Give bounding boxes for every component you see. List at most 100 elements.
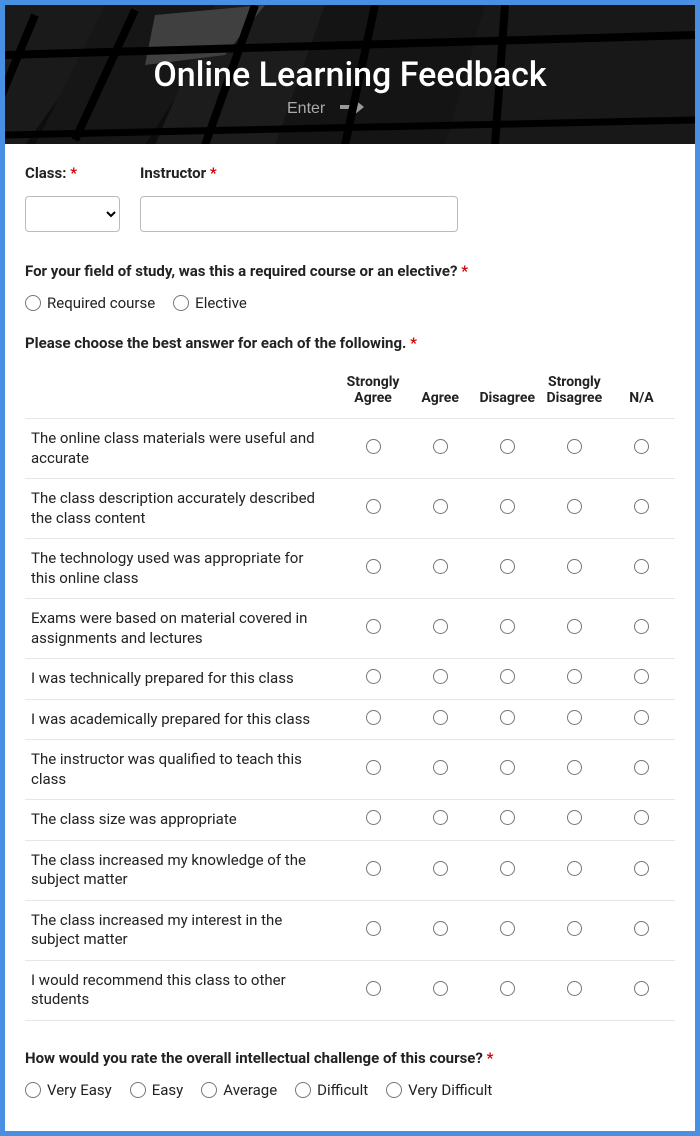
matrix-radio[interactable]: [433, 499, 448, 514]
matrix-radio[interactable]: [366, 669, 381, 684]
course-type-radio[interactable]: [25, 295, 41, 311]
matrix-radio[interactable]: [634, 921, 649, 936]
matrix-corner: [25, 366, 340, 419]
matrix-radio[interactable]: [500, 710, 515, 725]
matrix-cell: [340, 840, 407, 900]
matrix-radio[interactable]: [500, 760, 515, 775]
matrix-radio[interactable]: [366, 760, 381, 775]
matrix-radio[interactable]: [433, 439, 448, 454]
matrix-cell: [541, 740, 608, 800]
matrix-radio[interactable]: [567, 981, 582, 996]
matrix-radio[interactable]: [366, 559, 381, 574]
challenge-radio[interactable]: [25, 1082, 41, 1098]
instructor-input[interactable]: [140, 196, 458, 232]
matrix-radio[interactable]: [634, 559, 649, 574]
course-type-option[interactable]: Required course: [25, 294, 155, 312]
matrix-cell: [541, 479, 608, 539]
matrix-radio[interactable]: [634, 669, 649, 684]
challenge-option[interactable]: Very Difficult: [386, 1081, 492, 1099]
matrix-radio[interactable]: [433, 760, 448, 775]
matrix-radio[interactable]: [567, 921, 582, 936]
matrix-col-header: N/A: [608, 366, 675, 419]
matrix-radio[interactable]: [634, 710, 649, 725]
matrix-radio[interactable]: [433, 810, 448, 825]
matrix-cell: [608, 479, 675, 539]
course-type-option[interactable]: Elective: [173, 294, 247, 312]
challenge-radio[interactable]: [295, 1082, 311, 1098]
matrix-radio[interactable]: [500, 499, 515, 514]
matrix-cell: [407, 599, 474, 659]
matrix-radio[interactable]: [567, 861, 582, 876]
matrix-radio[interactable]: [433, 710, 448, 725]
challenge-option[interactable]: Average: [201, 1081, 277, 1099]
matrix-radio[interactable]: [567, 710, 582, 725]
challenge-radio[interactable]: [130, 1082, 146, 1098]
matrix-radio[interactable]: [567, 619, 582, 634]
matrix-radio[interactable]: [567, 499, 582, 514]
matrix-radio[interactable]: [634, 439, 649, 454]
matrix-row: I would recommend this class to other st…: [25, 960, 675, 1020]
course-type-option-label: Elective: [195, 294, 247, 312]
matrix-radio[interactable]: [433, 559, 448, 574]
matrix-radio[interactable]: [567, 439, 582, 454]
matrix-radio[interactable]: [500, 861, 515, 876]
course-type-radio[interactable]: [173, 295, 189, 311]
matrix-row-label: The technology used was appropriate for …: [25, 539, 340, 599]
matrix-radio[interactable]: [567, 760, 582, 775]
matrix-radio[interactable]: [500, 439, 515, 454]
matrix-radio[interactable]: [433, 921, 448, 936]
challenge-option[interactable]: Easy: [130, 1081, 184, 1099]
class-select[interactable]: [25, 196, 120, 232]
challenge-option[interactable]: Difficult: [295, 1081, 368, 1099]
matrix-cell: [407, 800, 474, 841]
matrix-prompt: Please choose the best answer for each o…: [25, 334, 675, 352]
challenge-radio[interactable]: [201, 1082, 217, 1098]
matrix-radio[interactable]: [366, 921, 381, 936]
matrix-cell: [340, 960, 407, 1020]
matrix-radio[interactable]: [366, 439, 381, 454]
matrix-radio[interactable]: [634, 499, 649, 514]
matrix-radio[interactable]: [500, 981, 515, 996]
matrix-cell: [608, 840, 675, 900]
matrix-radio[interactable]: [433, 861, 448, 876]
matrix-radio[interactable]: [500, 669, 515, 684]
matrix-radio[interactable]: [500, 559, 515, 574]
matrix-radio[interactable]: [366, 810, 381, 825]
matrix-radio[interactable]: [366, 861, 381, 876]
challenge-option[interactable]: Very Easy: [25, 1081, 112, 1099]
matrix-table: Strongly AgreeAgreeDisagreeStrongly Disa…: [25, 366, 675, 1021]
challenge-radio[interactable]: [386, 1082, 402, 1098]
matrix-row: The class description accurately describ…: [25, 479, 675, 539]
matrix-radio[interactable]: [366, 619, 381, 634]
matrix-cell: [340, 599, 407, 659]
matrix-radio[interactable]: [366, 981, 381, 996]
matrix-radio[interactable]: [634, 619, 649, 634]
matrix-radio[interactable]: [500, 619, 515, 634]
matrix-row: The class increased my knowledge of the …: [25, 840, 675, 900]
matrix-radio[interactable]: [433, 619, 448, 634]
matrix-radio[interactable]: [634, 810, 649, 825]
matrix-cell: [474, 900, 541, 960]
instructor-label: Instructor *: [140, 164, 458, 182]
matrix-radio[interactable]: [433, 981, 448, 996]
matrix-cell: [474, 840, 541, 900]
matrix-radio[interactable]: [634, 760, 649, 775]
matrix-radio[interactable]: [500, 921, 515, 936]
matrix-row-label: The class size was appropriate: [25, 800, 340, 841]
instructor-field: Instructor *: [140, 164, 458, 232]
matrix-cell: [340, 479, 407, 539]
matrix-radio[interactable]: [567, 669, 582, 684]
matrix-cell: [474, 960, 541, 1020]
matrix-radio[interactable]: [433, 669, 448, 684]
matrix-cell: [541, 599, 608, 659]
form-title: Online Learning Feedback: [153, 55, 546, 95]
matrix-radio[interactable]: [366, 710, 381, 725]
matrix-row-label: The class description accurately describ…: [25, 479, 340, 539]
matrix-radio[interactable]: [634, 861, 649, 876]
matrix-radio[interactable]: [500, 810, 515, 825]
matrix-radio[interactable]: [634, 981, 649, 996]
matrix-radio[interactable]: [567, 810, 582, 825]
matrix-radio[interactable]: [366, 499, 381, 514]
matrix-row: Exams were based on material covered in …: [25, 599, 675, 659]
matrix-radio[interactable]: [567, 559, 582, 574]
